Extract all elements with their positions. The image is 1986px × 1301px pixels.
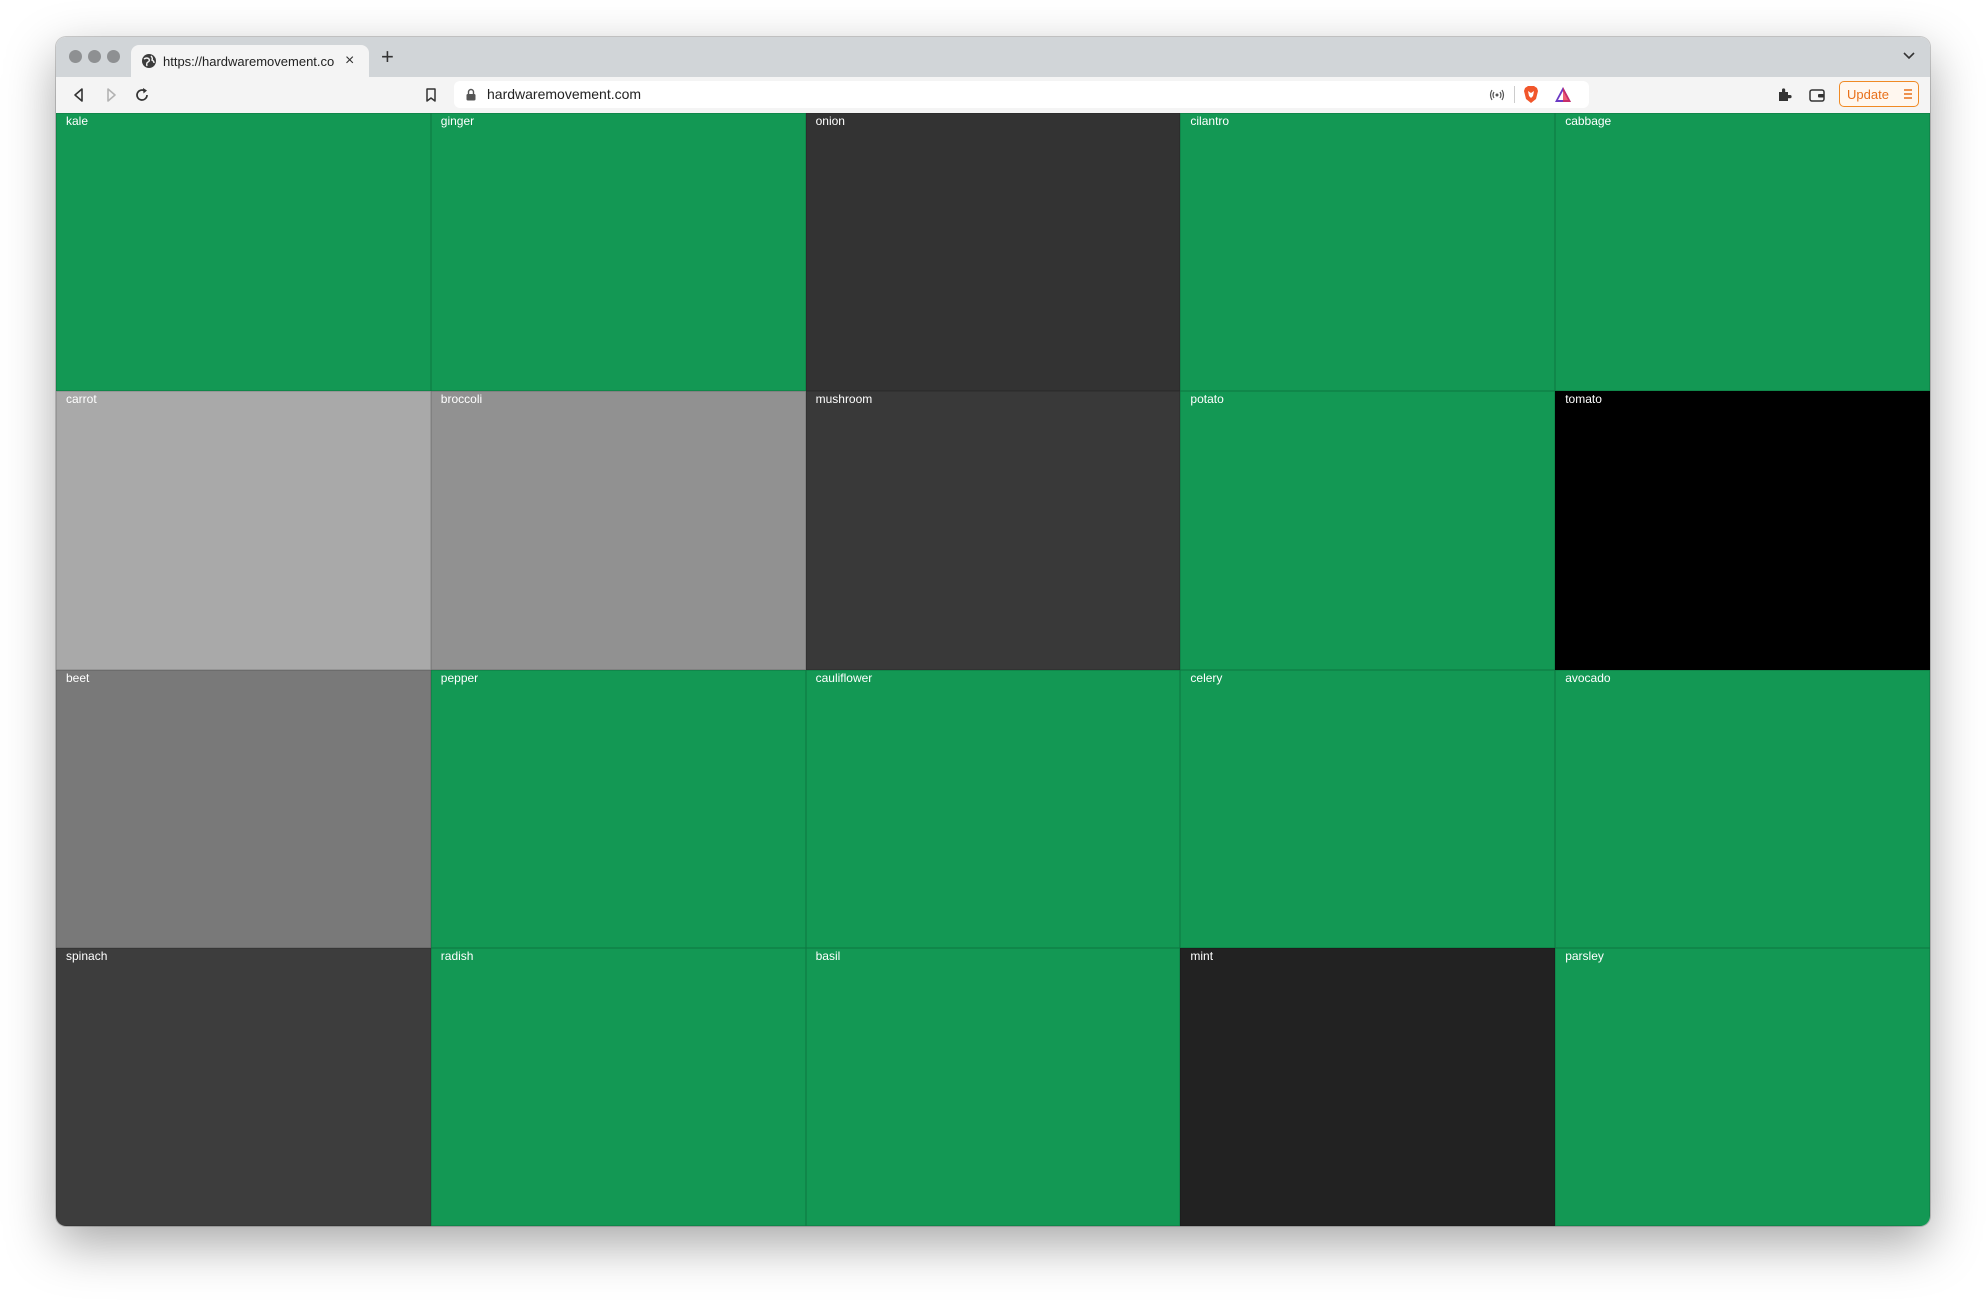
grid-cell: potato [1180, 391, 1556, 670]
vegetable-grid: kale ginger onion cilantro cabbage carro… [56, 113, 1930, 1226]
grid-cell: onion [805, 113, 1181, 392]
grid-cell-label: cilantro [1190, 114, 1230, 128]
brave-shields-icon[interactable] [1522, 85, 1540, 104]
grid-cell-label: parsley [1565, 948, 1604, 963]
menu-icon [1904, 89, 1912, 99]
address-bar[interactable]: hardwaremovement.com [454, 81, 1589, 108]
grid-cell-label: cauliflower [815, 670, 873, 685]
grid-cell: mushroom [805, 391, 1181, 670]
reload-icon[interactable] [133, 86, 151, 104]
brave-rewards-icon[interactable] [1554, 86, 1572, 103]
minimize-window-button[interactable] [88, 50, 101, 63]
extensions-icon[interactable] [1775, 86, 1793, 104]
back-icon[interactable] [70, 86, 88, 104]
grid-cell-label: kale [66, 114, 89, 128]
grid-cell-label: broccoli [440, 392, 483, 407]
grid-cell: broccoli [430, 391, 806, 670]
close-window-button[interactable] [69, 50, 82, 63]
forward-icon[interactable] [102, 86, 120, 104]
grid-cell-label: radish [440, 948, 474, 963]
tab-active[interactable]: https://hardwaremovement.com × [131, 45, 369, 77]
grid-cell-label: beet [66, 670, 90, 685]
grid-cell: avocado [1555, 669, 1930, 948]
grid-cell: basil [805, 947, 1181, 1226]
grid-cell: cauliflower [805, 669, 1181, 948]
divider [1514, 86, 1515, 103]
navigation-toolbar: hardwaremovement.com Update [56, 77, 1930, 114]
grid-cell-label: pepper [440, 670, 479, 685]
grid-cell: pepper [430, 669, 806, 948]
wallet-icon[interactable] [1808, 86, 1826, 104]
tab-title: https://hardwaremovement.com [163, 54, 335, 69]
grid-cell: mint [1180, 947, 1556, 1226]
tab-close-icon[interactable]: × [345, 51, 354, 71]
grid-cell: ginger [430, 113, 806, 392]
globe-icon [142, 54, 156, 68]
grid-cell: kale [56, 113, 431, 392]
grid-cell-label: mint [1190, 948, 1214, 963]
grid-cell-label: onion [815, 114, 845, 128]
bookmark-icon[interactable] [422, 86, 440, 104]
update-button[interactable]: Update [1839, 81, 1919, 107]
grid-cell: spinach [56, 947, 431, 1226]
grid-cell: radish [430, 947, 806, 1226]
zoom-window-button[interactable] [107, 50, 120, 63]
grid-cell-label: celery [1190, 670, 1223, 685]
update-label: Update [1847, 87, 1889, 102]
grid-cell-label: mushroom [815, 392, 873, 407]
tab-bar: https://hardwaremovement.com × + [56, 37, 1930, 77]
grid-cell-label: avocado [1565, 670, 1611, 685]
grid-cell-label: basil [815, 948, 841, 963]
browser-window: https://hardwaremovement.com × + hardwar [56, 37, 1930, 1226]
chevron-down-icon[interactable] [1901, 47, 1917, 63]
broadcast-icon[interactable] [1489, 87, 1505, 103]
grid-cell: parsley [1555, 947, 1930, 1226]
grid-cell-label: cabbage [1565, 114, 1612, 128]
grid-cell-label: carrot [66, 392, 97, 407]
grid-cell-label: spinach [66, 948, 108, 963]
grid-cell: cabbage [1555, 113, 1930, 392]
grid-cell-label: tomato [1565, 392, 1602, 407]
new-tab-button[interactable]: + [381, 44, 394, 70]
grid-cell: beet [56, 669, 431, 948]
grid-cell-label: potato [1190, 392, 1224, 407]
grid-cell-label: ginger [440, 114, 475, 128]
grid-cell: cilantro [1180, 113, 1556, 392]
grid-cell: carrot [56, 391, 431, 670]
grid-cell: celery [1180, 669, 1556, 948]
grid-cell: tomato [1555, 391, 1930, 670]
url-text: hardwaremovement.com [487, 86, 642, 102]
lock-icon[interactable] [465, 88, 477, 101]
